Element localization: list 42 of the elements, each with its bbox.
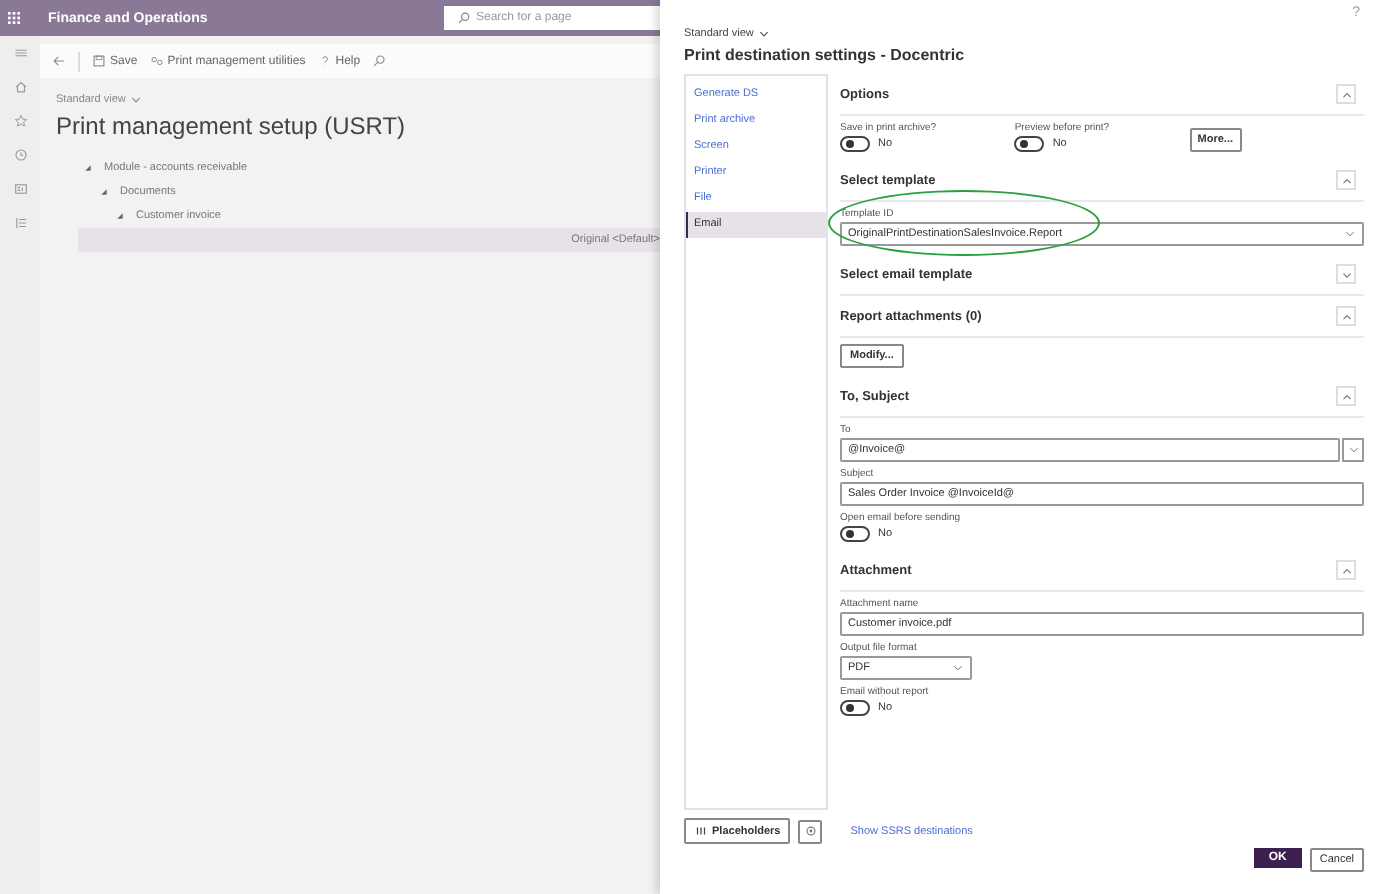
settings-icon <box>803 824 818 838</box>
app-launcher-icon[interactable] <box>8 12 20 24</box>
menu-icon[interactable] <box>13 46 27 60</box>
chevron-down-icon <box>1347 444 1359 456</box>
search-icon[interactable] <box>372 54 387 68</box>
search-icon <box>458 12 470 24</box>
chevron-down-icon <box>952 662 964 674</box>
expand-triangle-icon[interactable] <box>116 212 124 220</box>
home-icon[interactable] <box>13 80 27 94</box>
chevron-down-icon <box>129 94 142 106</box>
settings-button[interactable] <box>798 819 823 843</box>
collapse-button[interactable] <box>1336 84 1356 104</box>
toggle-switch[interactable] <box>840 700 870 716</box>
chevron-up-icon <box>1339 389 1353 403</box>
collapse-button[interactable] <box>1336 306 1356 326</box>
save-icon <box>92 54 106 68</box>
toggle-switch[interactable] <box>840 526 870 542</box>
chevron-up-icon <box>1339 563 1353 577</box>
toggle-switch[interactable] <box>1014 136 1045 152</box>
workspace-icon[interactable] <box>13 182 27 196</box>
back-arrow-icon[interactable] <box>52 54 66 68</box>
chevron-up-icon <box>1339 309 1353 323</box>
help-icon <box>317 54 332 68</box>
clock-icon[interactable] <box>13 148 27 162</box>
chevron-down-icon <box>1344 228 1356 240</box>
expand-triangle-icon[interactable] <box>84 164 92 172</box>
dropdown-button[interactable] <box>1342 438 1364 462</box>
list-icon[interactable] <box>13 216 27 230</box>
chevron-up-icon <box>1339 173 1353 187</box>
chevron-up-icon <box>1339 87 1353 101</box>
collapse-button[interactable] <box>1336 264 1356 284</box>
utilities-icon <box>149 54 164 68</box>
dialog-title: Print destination settings - Docentric <box>684 46 967 64</box>
page-title: Print management setup (USRT) <box>56 112 408 140</box>
star-icon[interactable] <box>13 114 27 128</box>
collapse-button[interactable] <box>1336 560 1356 580</box>
columns-icon <box>694 824 708 838</box>
collapse-button[interactable] <box>1336 386 1356 406</box>
collapse-button[interactable] <box>1336 170 1356 190</box>
expand-triangle-icon[interactable] <box>100 188 108 196</box>
chevron-down-icon <box>757 28 770 40</box>
toggle-switch[interactable] <box>840 136 870 152</box>
